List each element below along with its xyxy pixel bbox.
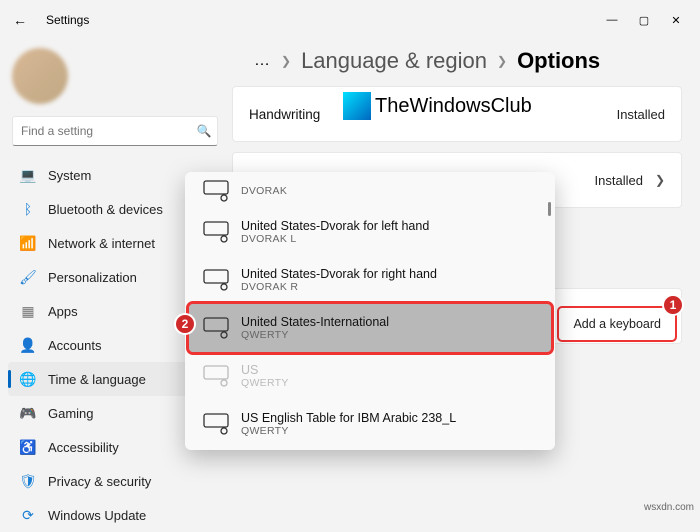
- keyboard-layout: DVORAK R: [241, 281, 437, 293]
- sidebar-item-label: Privacy & security: [48, 474, 151, 489]
- keyboard-option-disabled: USQWERTY: [189, 352, 551, 400]
- keyboard-option[interactable]: United States-DvorakDVORAK: [189, 174, 551, 208]
- accessibility-icon: ♿: [18, 437, 38, 457]
- refresh-icon: ⟳: [18, 505, 38, 525]
- row-label: Handwriting: [249, 107, 320, 122]
- callout-badge-2: 2: [174, 313, 196, 335]
- chevron-right-icon: ❯: [497, 54, 507, 68]
- search-icon: 🔍: [191, 124, 217, 138]
- keyboard-layout-popup: United States-DvorakDVORAK United States…: [185, 172, 555, 450]
- keyboard-layout: DVORAK L: [241, 233, 429, 245]
- keyboard-name: United States-Dvorak for left hand: [241, 219, 429, 233]
- keyboard-option-selected[interactable]: United States-InternationalQWERTY: [189, 304, 551, 352]
- sidebar-item-label: Network & internet: [48, 236, 155, 251]
- sidebar-item-privacy[interactable]: 🛡 Privacy & security: [8, 464, 222, 498]
- breadcrumb: … ❯ Language & region ❯ Options: [232, 40, 682, 86]
- window-title: Settings: [46, 13, 89, 27]
- keyboard-icon: [203, 221, 229, 243]
- keyboard-layout: QWERTY: [241, 377, 289, 389]
- shield-icon: 🛡: [18, 471, 38, 491]
- chevron-right-icon: ❯: [281, 54, 291, 68]
- add-keyboard-button[interactable]: Add a keyboard: [558, 307, 676, 341]
- breadcrumb-parent[interactable]: Language & region: [301, 48, 487, 74]
- attribution-text: wsxdn.com: [644, 502, 694, 513]
- callout-badge-1: 1: [662, 294, 684, 316]
- scrollbar-thumb[interactable]: [548, 202, 551, 216]
- sidebar-item-label: Gaming: [48, 406, 94, 421]
- user-avatar[interactable]: [12, 48, 68, 104]
- keyboard-name: United States-International: [241, 315, 389, 329]
- keyboard-icon: [203, 365, 229, 387]
- close-button[interactable]: ✕: [660, 6, 692, 34]
- sidebar-item-label: Accessibility: [48, 440, 119, 455]
- sidebar-item-label: Personalization: [48, 270, 137, 285]
- sidebar-item-label: Windows Update: [48, 508, 146, 523]
- status-text: Installed: [617, 107, 665, 122]
- bluetooth-icon: ᛒ: [18, 199, 38, 219]
- keyboard-icon: [203, 269, 229, 291]
- search-input[interactable]: [13, 124, 191, 138]
- keyboard-option[interactable]: United States-Dvorak for right handDVORA…: [189, 256, 551, 304]
- breadcrumb-current: Options: [517, 48, 600, 74]
- gamepad-icon: 🎮: [18, 403, 38, 423]
- system-icon: 💻: [18, 165, 38, 185]
- keyboard-layout: DVORAK: [241, 185, 287, 197]
- breadcrumb-ellipsis[interactable]: …: [254, 52, 271, 70]
- keyboard-name: US: [241, 363, 289, 377]
- keyboard-name: US English Table for IBM Arabic 238_L: [241, 411, 456, 425]
- add-keyboard-label: Add a keyboard: [573, 317, 661, 331]
- minimize-button[interactable]: —: [596, 6, 628, 34]
- sidebar-item-label: Accounts: [48, 338, 101, 353]
- search-input-wrap[interactable]: 🔍: [12, 116, 218, 146]
- keyboard-option[interactable]: US English Table for IBM Arabic 238_LQWE…: [189, 400, 551, 448]
- wifi-icon: 📶: [18, 233, 38, 253]
- keyboard-option[interactable]: United States-Dvorak for left handDVORAK…: [189, 208, 551, 256]
- keyboard-layout: QWERTY: [241, 425, 456, 437]
- keyboard-icon: [203, 317, 229, 339]
- sidebar-item-label: Bluetooth & devices: [48, 202, 163, 217]
- person-icon: 👤: [18, 335, 38, 355]
- keyboard-icon: [203, 180, 229, 202]
- maximize-button[interactable]: ▢: [628, 6, 660, 34]
- back-button[interactable]: ←: [8, 8, 32, 32]
- sidebar-item-label: Time & language: [48, 372, 146, 387]
- handwriting-row[interactable]: Handwriting Installed: [233, 87, 681, 141]
- paint-icon: 🖌: [18, 267, 38, 287]
- apps-icon: ▦: [18, 301, 38, 321]
- globe-clock-icon: 🌐: [18, 369, 38, 389]
- keyboard-layout: QWERTY: [241, 329, 389, 341]
- sidebar-item-label: Apps: [48, 304, 78, 319]
- keyboard-icon: [203, 413, 229, 435]
- sidebar-item-update[interactable]: ⟳ Windows Update: [8, 498, 222, 532]
- keyboard-name: United States-Dvorak for right hand: [241, 267, 437, 281]
- chevron-right-icon: ❯: [655, 173, 665, 187]
- sidebar-item-label: System: [48, 168, 91, 183]
- status-text: Installed: [595, 173, 643, 188]
